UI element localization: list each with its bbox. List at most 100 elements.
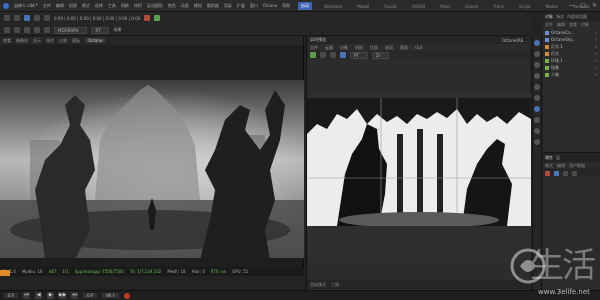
object-row[interactable]: OctaneCa... ✓ bbox=[543, 29, 600, 36]
octane-mode-select[interactable]: PT bbox=[350, 51, 368, 59]
undo-icon[interactable] bbox=[4, 15, 10, 21]
viewport-menu-item[interactable]: 过滤 bbox=[59, 38, 67, 44]
menu-item[interactable]: 帮助 bbox=[282, 3, 290, 9]
octane-menu-item[interactable]: GUI bbox=[415, 45, 422, 50]
record-icon[interactable] bbox=[123, 292, 130, 299]
light-icon[interactable] bbox=[44, 27, 50, 33]
solo-icon[interactable] bbox=[534, 139, 540, 145]
layout-tab[interactable]: Track bbox=[491, 3, 507, 10]
key-icon[interactable] bbox=[545, 170, 550, 176]
object-row[interactable]: 灯光.1 ✓ bbox=[543, 43, 600, 50]
check-icon[interactable]: ✓ bbox=[595, 72, 598, 77]
menu-item[interactable]: 模拟 bbox=[194, 3, 202, 9]
object-menu-item[interactable]: 编辑 bbox=[557, 22, 565, 28]
tab-objects[interactable]: 对象 bbox=[545, 14, 553, 20]
select-tool-icon[interactable] bbox=[534, 40, 540, 46]
pen-icon[interactable] bbox=[24, 27, 30, 33]
scale-tool-icon[interactable] bbox=[34, 15, 40, 21]
softselect-icon[interactable] bbox=[534, 128, 540, 134]
menu-item[interactable]: Octane bbox=[263, 3, 277, 8]
octane-menu-item[interactable]: 帮助 bbox=[400, 45, 408, 51]
menu-item[interactable]: 窗口 bbox=[250, 3, 258, 9]
step-back-icon[interactable]: ◀ bbox=[35, 292, 43, 299]
check-icon[interactable]: ✓ bbox=[595, 65, 598, 70]
octane-menu-item[interactable]: 云端 bbox=[325, 45, 333, 51]
play-icon[interactable]: ▶ bbox=[47, 292, 55, 299]
layout-tab[interactable]: Groom bbox=[462, 3, 481, 10]
menu-item[interactable]: 运动图形 bbox=[147, 3, 163, 9]
attribute-menu-item[interactable]: 编辑 bbox=[557, 163, 565, 169]
search-icon[interactable] bbox=[563, 170, 568, 176]
menu-item[interactable]: 动画 bbox=[181, 3, 189, 9]
viewport-menu-item[interactable]: 选项 bbox=[46, 38, 54, 44]
workplane-icon[interactable] bbox=[534, 106, 540, 112]
viewport[interactable]: 查看 摄像机 显示 选项 过滤 面板 Octane 1.0 Mydiio: 16… bbox=[0, 36, 304, 276]
check-icon[interactable]: ✓ bbox=[595, 51, 598, 56]
camera-icon[interactable] bbox=[34, 27, 40, 33]
render-icon[interactable] bbox=[154, 15, 161, 21]
menu-item[interactable]: 渲染 bbox=[224, 3, 232, 9]
menu-item[interactable]: 模式 bbox=[82, 3, 90, 9]
pause-render-icon[interactable] bbox=[320, 52, 326, 58]
viewport-menu-item[interactable]: 查看 bbox=[3, 38, 11, 44]
mode-select-2[interactable]: RT bbox=[91, 26, 110, 34]
close-icon[interactable]: ✕ bbox=[592, 2, 597, 9]
object-menu-item[interactable]: 查看 bbox=[569, 22, 577, 28]
mode-select[interactable]: MOGRAPH bbox=[54, 26, 88, 34]
octane-menu-item[interactable]: 比较 bbox=[370, 45, 378, 51]
step-forward-icon[interactable]: ▶▶ bbox=[59, 292, 66, 299]
menu-item[interactable]: 文件 bbox=[43, 3, 51, 9]
layout-tab[interactable]: Paint bbox=[437, 3, 453, 10]
object-row[interactable]: 灯光 ✓ bbox=[543, 50, 600, 57]
octane-menu-item[interactable]: 文件 bbox=[310, 45, 318, 51]
tab-attributes[interactable]: 属性 bbox=[545, 155, 553, 161]
menu-item[interactable]: 创建 bbox=[69, 3, 77, 9]
lock-axis-icon[interactable] bbox=[534, 117, 540, 123]
go-to-end-icon[interactable]: ⏭ bbox=[71, 292, 79, 299]
octane-footer-item[interactable]: 三维 bbox=[331, 282, 339, 288]
layout-tab[interactable]: UVEdit bbox=[409, 3, 428, 10]
layout-tab[interactable]: Script bbox=[516, 3, 534, 10]
camera-tag[interactable]: Octane bbox=[85, 38, 106, 43]
layout-tab[interactable]: Sculpt bbox=[381, 3, 400, 10]
object-menu-item[interactable]: 文件 bbox=[545, 22, 553, 28]
layout-tab[interactable]: Model bbox=[354, 3, 372, 10]
record-icon[interactable] bbox=[144, 15, 151, 21]
redo-icon[interactable] bbox=[14, 15, 20, 21]
lock-icon[interactable] bbox=[340, 52, 346, 58]
object-row[interactable]: 人物 ✓ bbox=[543, 71, 600, 78]
check-icon[interactable]: ✓ bbox=[595, 37, 598, 42]
octane-menu-item[interactable]: 对象 bbox=[340, 45, 348, 51]
stop-render-icon[interactable] bbox=[330, 52, 336, 58]
menu-item[interactable]: 跟踪器 bbox=[207, 3, 219, 9]
start-render-icon[interactable] bbox=[310, 52, 316, 58]
octane-menu-item[interactable]: 材质 bbox=[355, 45, 363, 51]
object-menu-item[interactable]: 对象 bbox=[581, 22, 589, 28]
menu-item[interactable]: 编辑 bbox=[56, 3, 64, 9]
object-row[interactable]: 场景 ✓ bbox=[543, 64, 600, 71]
menu-item[interactable]: 选择 bbox=[95, 3, 103, 9]
octane-menu-item[interactable]: 选项 bbox=[385, 45, 393, 51]
object-row[interactable]: 环境.1 ✓ bbox=[543, 57, 600, 64]
go-to-start-icon[interactable]: ⏮ bbox=[23, 292, 31, 299]
cube-icon[interactable] bbox=[14, 27, 20, 33]
menu-item[interactable]: 工具 bbox=[108, 3, 116, 9]
uv-mode-icon[interactable] bbox=[534, 84, 540, 90]
move-tool-icon[interactable] bbox=[24, 15, 30, 21]
check-icon[interactable]: ✓ bbox=[595, 30, 598, 35]
menu-item[interactable]: 体积 bbox=[134, 3, 142, 9]
polygons-mode-icon[interactable] bbox=[534, 73, 540, 79]
lock-icon[interactable] bbox=[554, 170, 559, 176]
menu-item[interactable]: 角色 bbox=[168, 3, 176, 9]
attribute-menu-item[interactable]: 模式 bbox=[545, 163, 553, 169]
check-icon[interactable]: ✓ bbox=[595, 58, 598, 63]
layout-tab[interactable]: Nodes bbox=[543, 3, 562, 10]
check-icon[interactable]: ✓ bbox=[595, 44, 598, 49]
viewport-menu-item[interactable]: 摄像机 bbox=[16, 38, 28, 44]
maximize-icon[interactable]: ▢ bbox=[580, 2, 586, 9]
tab-content-browser[interactable]: 内容浏览器 bbox=[567, 14, 587, 20]
viewport-menu-item[interactable]: 面板 bbox=[72, 38, 80, 44]
menu-item[interactable]: 扩展 bbox=[237, 3, 245, 9]
settings-icon[interactable] bbox=[572, 170, 577, 176]
viewport-menu-item[interactable]: 显示 bbox=[33, 38, 41, 44]
